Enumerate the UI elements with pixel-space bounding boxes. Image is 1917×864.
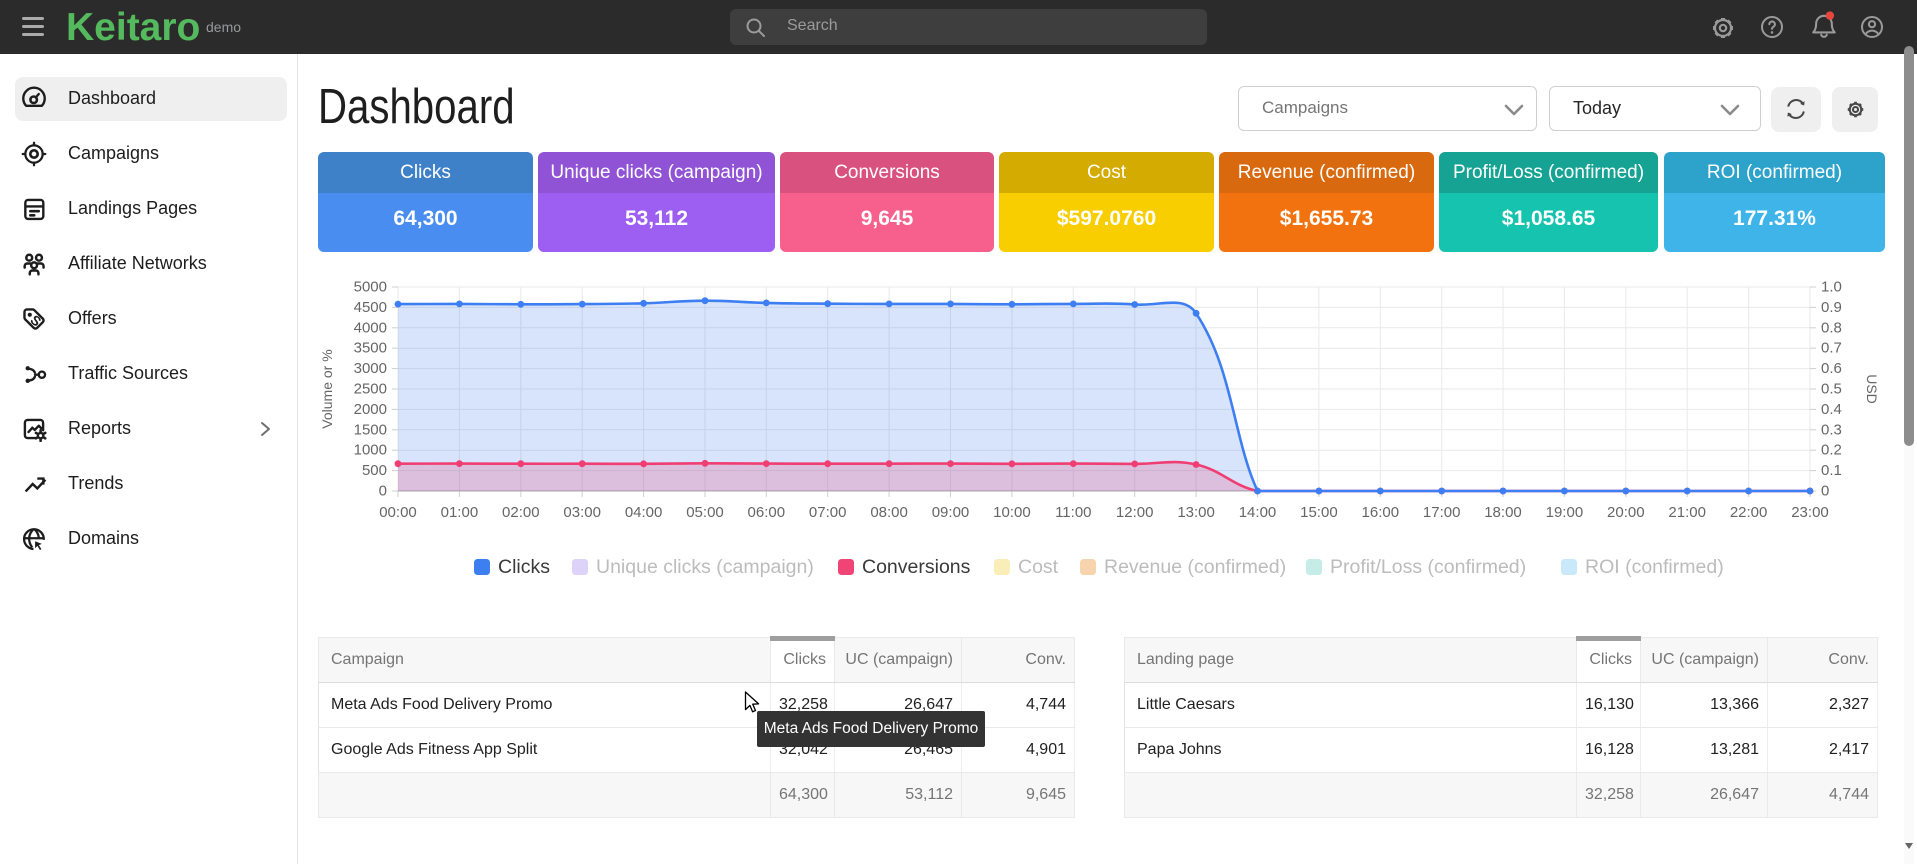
svg-text:04:00: 04:00 (625, 504, 663, 521)
svg-text:22:00: 22:00 (1730, 504, 1768, 521)
svg-text:09:00: 09:00 (932, 504, 970, 521)
svg-text:13:00: 13:00 (1177, 504, 1215, 521)
svg-text:USD: USD (1864, 374, 1880, 404)
svg-text:0.8: 0.8 (1821, 319, 1842, 336)
svg-text:02:00: 02:00 (502, 504, 540, 521)
svg-text:3500: 3500 (354, 340, 387, 357)
svg-text:0.6: 0.6 (1821, 360, 1842, 377)
svg-text:5000: 5000 (354, 279, 387, 296)
svg-text:07:00: 07:00 (809, 504, 847, 521)
svg-text:1500: 1500 (354, 421, 387, 438)
svg-text:0.1: 0.1 (1821, 462, 1842, 479)
svg-text:21:00: 21:00 (1668, 504, 1706, 521)
svg-text:3000: 3000 (354, 360, 387, 377)
svg-text:0.9: 0.9 (1821, 299, 1842, 316)
svg-text:05:00: 05:00 (686, 504, 724, 521)
svg-text:19:00: 19:00 (1546, 504, 1584, 521)
svg-text:0.2: 0.2 (1821, 442, 1842, 459)
svg-text:16:00: 16:00 (1362, 504, 1400, 521)
svg-text:10:00: 10:00 (993, 504, 1031, 521)
svg-text:00:00: 00:00 (379, 504, 417, 521)
svg-text:2500: 2500 (354, 381, 387, 398)
svg-text:20:00: 20:00 (1607, 504, 1645, 521)
svg-text:4000: 4000 (354, 319, 387, 336)
svg-text:14:00: 14:00 (1239, 504, 1277, 521)
svg-text:06:00: 06:00 (748, 504, 786, 521)
svg-text:0.5: 0.5 (1821, 381, 1842, 398)
svg-text:1000: 1000 (354, 442, 387, 459)
svg-text:03:00: 03:00 (563, 504, 601, 521)
svg-text:11:00: 11:00 (1055, 504, 1091, 521)
svg-text:23:00: 23:00 (1791, 504, 1829, 521)
svg-text:0.3: 0.3 (1821, 421, 1842, 438)
svg-text:1.0: 1.0 (1821, 279, 1842, 296)
svg-text:4500: 4500 (354, 299, 387, 316)
svg-text:500: 500 (362, 462, 387, 479)
svg-text:18:00: 18:00 (1484, 504, 1522, 521)
svg-text:0: 0 (1821, 483, 1829, 500)
svg-text:15:00: 15:00 (1300, 504, 1338, 521)
svg-text:17:00: 17:00 (1423, 504, 1461, 521)
svg-text:0.7: 0.7 (1821, 340, 1842, 357)
svg-text:01:00: 01:00 (441, 504, 479, 521)
svg-text:2000: 2000 (354, 401, 387, 418)
svg-text:0: 0 (379, 483, 387, 500)
svg-text:Volume or %: Volume or % (319, 349, 335, 428)
svg-text:12:00: 12:00 (1116, 504, 1154, 521)
svg-text:0.4: 0.4 (1821, 401, 1842, 418)
svg-text:08:00: 08:00 (870, 504, 908, 521)
